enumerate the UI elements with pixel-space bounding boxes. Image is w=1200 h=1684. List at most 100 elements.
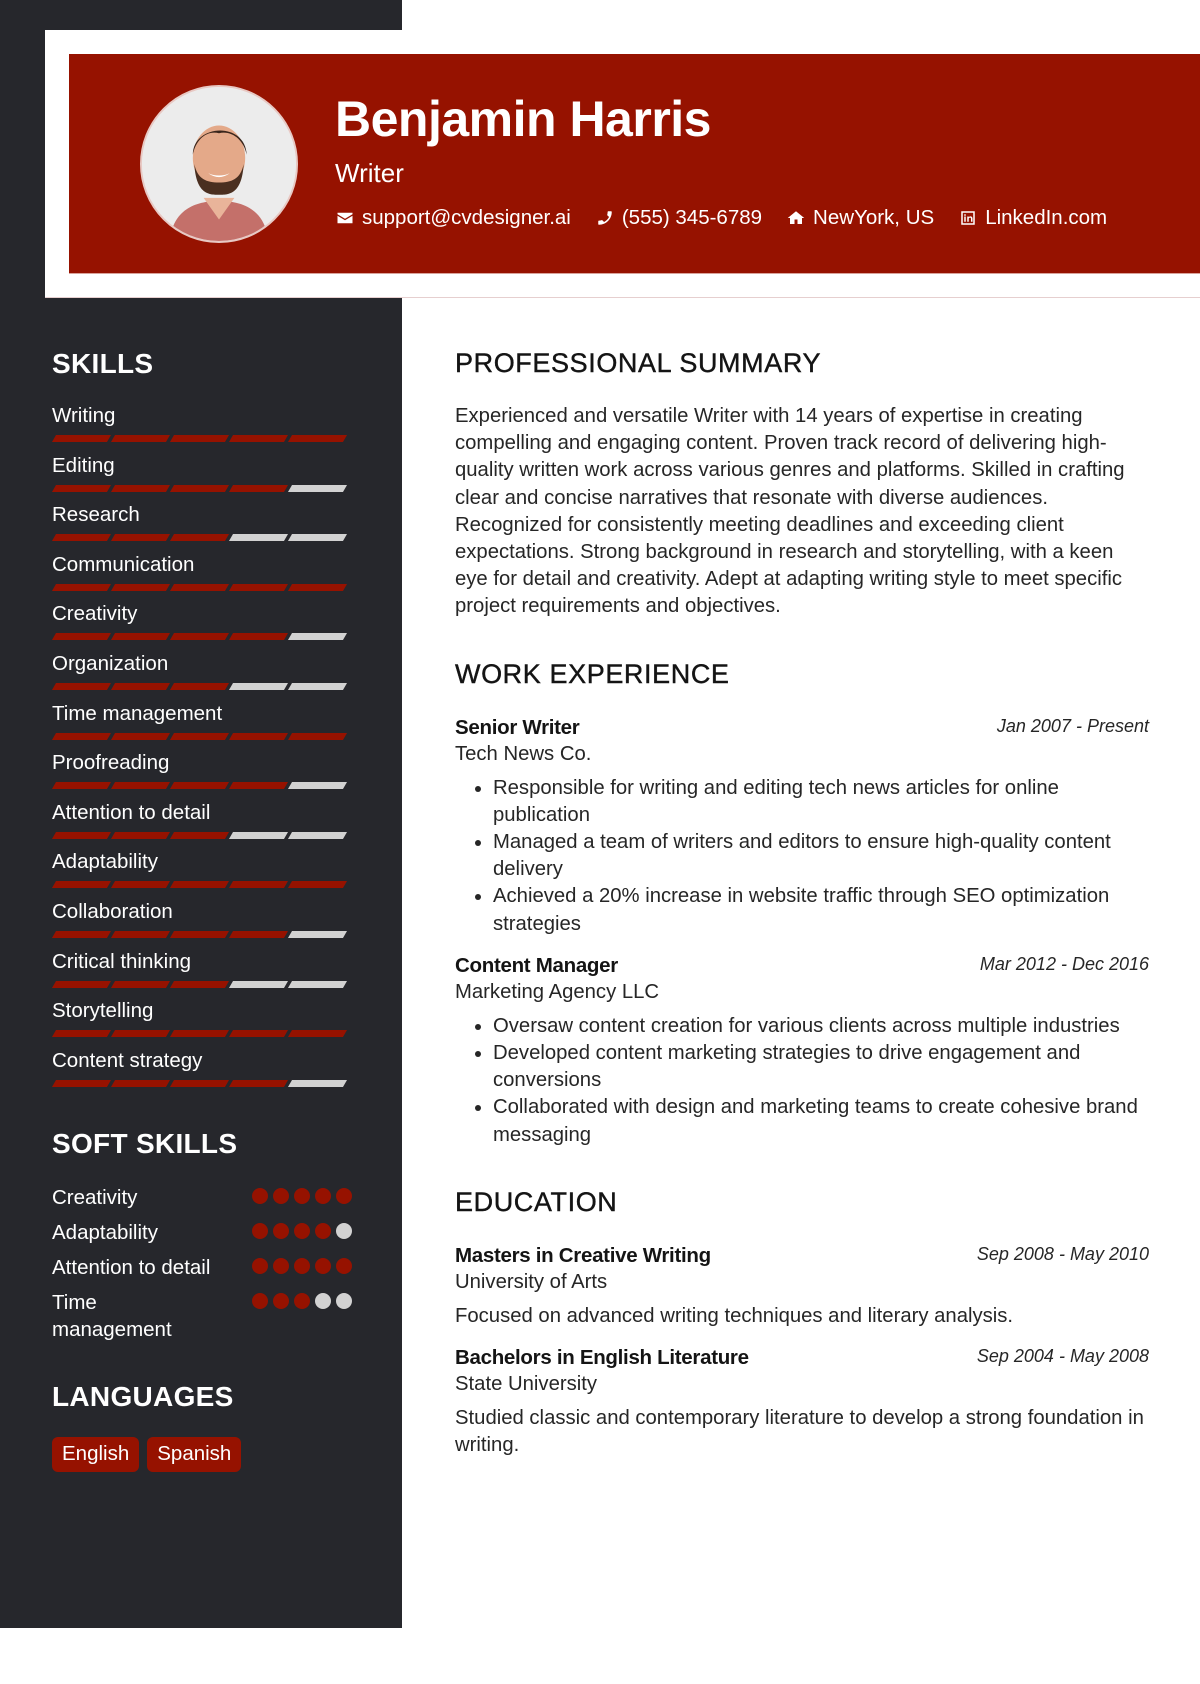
skill-segment-filled xyxy=(110,1079,171,1087)
skill-segment-filled xyxy=(110,583,171,591)
header: Benjamin Harris Writer support@cvdesigne… xyxy=(45,30,1200,298)
rating-dot-filled xyxy=(273,1188,289,1205)
skill-level-bar xyxy=(51,435,349,442)
skill-segment-filled xyxy=(287,732,348,740)
soft-skill-rating xyxy=(247,1219,352,1246)
education-entry: Bachelors in English Literature Sep 2004 … xyxy=(455,1344,1149,1459)
skill-segment-filled xyxy=(169,583,230,591)
rating-dot-filled xyxy=(252,1188,268,1205)
skill-segment-filled xyxy=(228,782,289,790)
skill-label: Proofreading xyxy=(52,751,170,775)
skill-segment-empty xyxy=(287,633,348,641)
contact-linkedin[interactable]: LinkedIn.com xyxy=(958,206,1107,230)
skill-label: Collaboration xyxy=(52,899,173,923)
skill-segment-empty xyxy=(287,534,348,542)
skill-segment-filled xyxy=(287,1030,348,1038)
contact-location[interactable]: NewYork, US xyxy=(786,206,934,230)
summary-heading: PROFESSIONAL SUMMARY xyxy=(455,348,822,378)
skills-list: Writing Editing Research Communication Creat… xyxy=(51,404,352,1098)
skill-segment-empty xyxy=(228,831,289,839)
skill-level-bar xyxy=(51,831,349,839)
soft-skill-label: Attention to detail xyxy=(52,1256,211,1280)
education-dates: Sep 2008 - May 2010 xyxy=(976,1243,1149,1264)
skill-segment-filled xyxy=(169,534,230,542)
skill-segment-empty xyxy=(287,930,348,938)
job-bullet: Managed a team of writers and editors to… xyxy=(493,829,1149,883)
languages-heading: LANGUAGES xyxy=(52,1381,234,1413)
skill-segment-filled xyxy=(110,484,171,492)
soft-skill-label: Time management xyxy=(52,1291,172,1342)
skill-item: Adaptability xyxy=(51,850,352,900)
skill-level-bar xyxy=(51,881,349,889)
skill-level-bar xyxy=(51,732,349,740)
soft-skill-rating xyxy=(247,1289,352,1343)
job-bullets: Responsible for writing and editing tech… xyxy=(455,775,1149,938)
rating-dot-filled xyxy=(252,1258,268,1275)
main-content: PROFESSIONAL SUMMARY Experienced and ver… xyxy=(455,348,1149,1459)
education-description: Focused on advanced writing techniques a… xyxy=(455,1304,1014,1327)
skill-segment-filled xyxy=(169,881,230,889)
skill-segment-filled xyxy=(169,782,230,790)
soft-skills-list: Creativity Adaptability Attention to detai… xyxy=(52,1184,352,1343)
language-badge: Spanish xyxy=(147,1437,242,1473)
skill-segment-filled xyxy=(51,930,112,938)
contact-email[interactable]: support@cvdesigner.ai xyxy=(335,206,571,230)
home-icon xyxy=(786,208,806,228)
skill-label: Research xyxy=(52,503,140,527)
skill-item: Attention to detail xyxy=(51,801,352,851)
skill-label: Storytelling xyxy=(52,999,154,1023)
experience-heading: WORK EXPERIENCE xyxy=(455,658,730,689)
skill-segment-filled xyxy=(228,484,289,492)
skill-segment-filled xyxy=(51,782,112,790)
soft-skill-rating xyxy=(247,1254,352,1281)
rating-dot-filled xyxy=(315,1258,331,1275)
contact-linkedin-text: LinkedIn.com xyxy=(985,206,1108,229)
skill-segment-filled xyxy=(51,435,112,442)
skill-segment-filled xyxy=(169,484,230,492)
skill-label: Writing xyxy=(52,404,116,427)
skill-segment-filled xyxy=(110,534,171,542)
skill-label: Critical thinking xyxy=(52,949,191,973)
skill-segment-filled xyxy=(169,930,230,938)
skill-label: Time management xyxy=(52,701,223,725)
skill-segment-empty xyxy=(228,682,289,690)
rating-dot-filled xyxy=(336,1188,352,1205)
skill-segment-filled xyxy=(110,435,171,442)
envelope-icon xyxy=(335,208,355,228)
education-description: Studied classic and contemporary literat… xyxy=(455,1407,1144,1457)
skill-item: Critical thinking xyxy=(51,949,352,1000)
rating-dot-empty xyxy=(336,1293,352,1310)
soft-skill-rating xyxy=(247,1184,352,1211)
skill-segment-filled xyxy=(110,782,171,790)
skill-level-bar xyxy=(51,484,349,492)
skill-item: Collaboration xyxy=(51,899,352,950)
skill-segment-empty xyxy=(287,980,348,988)
skill-level-bar xyxy=(51,682,349,690)
skill-segment-filled xyxy=(51,583,112,591)
phone-icon xyxy=(595,208,615,228)
contact-phone[interactable]: (555) 345-6789 xyxy=(595,206,762,230)
skill-segment-filled xyxy=(110,881,171,889)
skill-segment-empty xyxy=(287,682,348,690)
job-bullets: Oversaw content creation for various cli… xyxy=(455,1013,1149,1149)
experience-list: Senior Writer Jan 2007 - Present Tech News… xyxy=(455,714,1149,1149)
skill-level-bar xyxy=(51,782,349,790)
skill-segment-filled xyxy=(51,484,112,492)
job-bullet: Achieved a 20% increase in website traff… xyxy=(493,883,1149,937)
linkedin-icon xyxy=(958,208,978,228)
skill-segment-filled xyxy=(51,1030,112,1038)
soft-skill-label: Creativity xyxy=(52,1186,138,1210)
skill-label: Communication xyxy=(52,552,195,576)
skill-item: Research xyxy=(51,503,352,553)
skills-heading: SKILLS xyxy=(52,348,154,379)
job-bullet: Developed content marketing strategies t… xyxy=(493,1040,1149,1094)
skill-segment-empty xyxy=(287,1079,348,1087)
soft-skill-label: Adaptability xyxy=(52,1221,158,1245)
rating-dot-filled xyxy=(273,1293,289,1310)
soft-skill-item: Attention to detail xyxy=(52,1254,352,1281)
skill-segment-filled xyxy=(169,1079,230,1087)
education-list: Masters in Creative Writing Sep 2008 - Ma… xyxy=(455,1242,1149,1460)
sidebar-content: SKILLS Writing Editing Research Communicati… xyxy=(51,348,352,1473)
skill-segment-filled xyxy=(169,1030,230,1038)
education-entry: Masters in Creative Writing Sep 2008 - Ma… xyxy=(455,1242,1149,1330)
